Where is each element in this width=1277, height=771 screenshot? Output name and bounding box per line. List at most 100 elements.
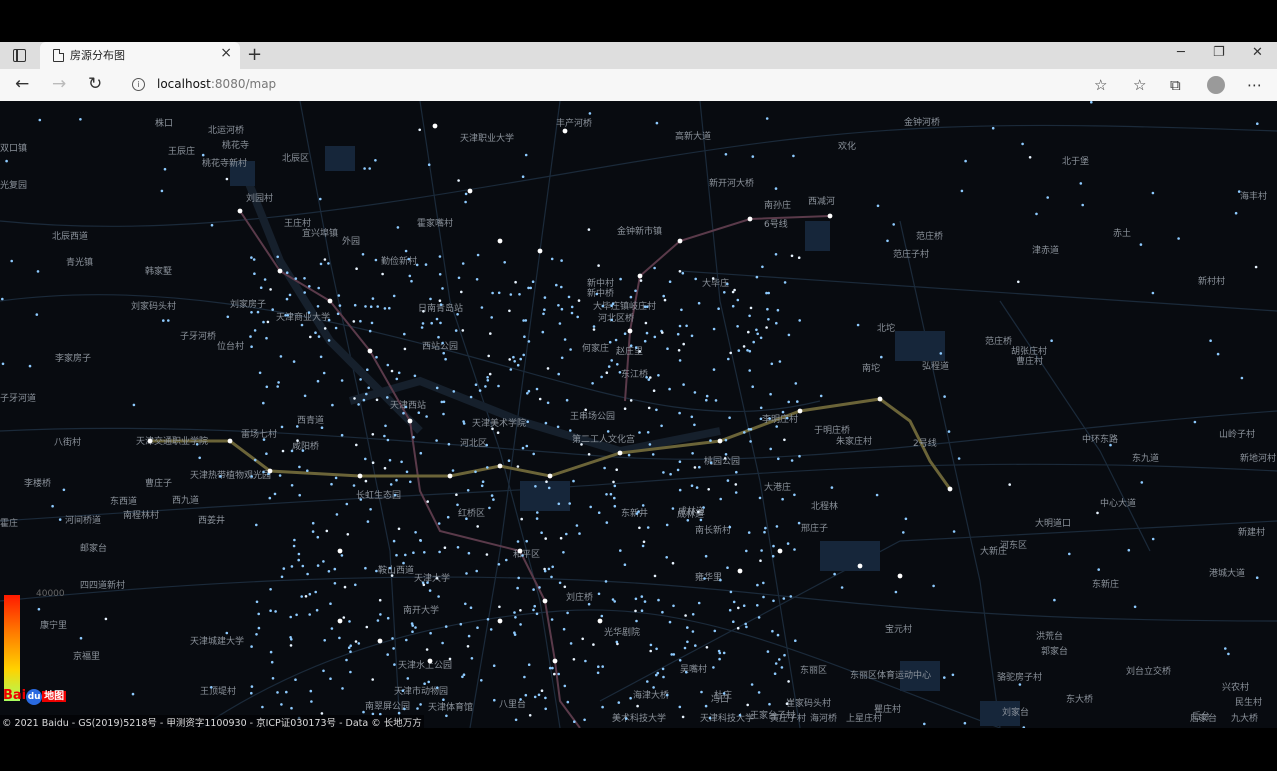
house-point	[724, 453, 728, 456]
house-point	[678, 411, 681, 415]
map-place-label: 西站公园	[422, 340, 458, 352]
house-point	[531, 280, 535, 283]
house-point	[704, 554, 708, 558]
house-point	[508, 309, 511, 313]
house-point	[364, 566, 367, 570]
house-point	[464, 192, 468, 196]
browser-tab[interactable]: 房源分布图 ×	[40, 42, 240, 69]
map-place-label: 南孙庄	[764, 199, 791, 211]
house-point	[301, 564, 305, 568]
house-point	[735, 470, 738, 474]
house-point	[653, 335, 657, 339]
house-point	[951, 673, 955, 677]
house-point	[1254, 265, 1258, 269]
house-point	[768, 702, 771, 706]
map-canvas[interactable]: 株口北运河桥王辰庄 桃花寺桃花寺新村 北辰区 丰产河桥天津职业大学 高新大道 金钟河桥欢化…	[0, 101, 1277, 728]
house-point	[516, 586, 519, 590]
house-point	[618, 371, 622, 374]
house-point	[289, 636, 292, 639]
house-point	[1216, 352, 1220, 356]
house-point	[798, 319, 801, 322]
map-place-label: 中心大道	[1100, 497, 1136, 509]
house-point	[379, 613, 382, 616]
site-info-icon[interactable]: i	[132, 78, 145, 91]
house-point	[412, 435, 415, 439]
house-point	[491, 427, 494, 431]
house-point	[404, 553, 407, 557]
map-place-label: 欢化	[838, 140, 856, 152]
house-point	[591, 382, 594, 385]
house-point	[296, 425, 299, 428]
house-point	[1151, 537, 1155, 541]
house-point	[519, 623, 522, 626]
house-point	[448, 657, 452, 661]
map-place-label: 新地河村	[1240, 452, 1276, 464]
house-point	[347, 646, 351, 649]
house-point	[569, 429, 572, 432]
profile-avatar[interactable]	[1207, 76, 1225, 94]
house-point	[210, 223, 214, 227]
url-field[interactable]: localhost:8080/map	[157, 77, 276, 91]
house-point	[104, 617, 108, 621]
back-button[interactable]: ←	[15, 74, 29, 94]
house-point	[250, 685, 254, 688]
tab-close-button[interactable]: ×	[220, 45, 232, 61]
maximize-button[interactable]: ❐	[1213, 45, 1225, 60]
house-point	[566, 700, 570, 704]
map-place-label: 成林道	[677, 508, 704, 520]
collections-icon[interactable]: ⧉	[1170, 76, 1181, 94]
map-place-label: 北辰西道	[52, 230, 88, 242]
house-point	[441, 641, 444, 645]
metro-station-dot	[617, 450, 623, 456]
house-point	[452, 390, 456, 393]
house-point	[376, 305, 380, 308]
house-point	[894, 590, 898, 594]
house-point	[391, 637, 394, 640]
house-point	[629, 344, 633, 347]
forward-button[interactable]: →	[52, 74, 66, 94]
tab-actions-icon[interactable]	[13, 49, 26, 62]
minimize-button[interactable]: ─	[1177, 45, 1185, 60]
house-point	[327, 318, 331, 322]
house-point	[352, 484, 356, 487]
favorites-icon[interactable]: ☆	[1133, 76, 1146, 94]
house-point	[610, 318, 614, 322]
house-point	[681, 271, 685, 275]
house-point	[637, 510, 640, 513]
add-favorite-icon[interactable]: ☆	[1094, 76, 1107, 94]
map-place-label: 八里台	[499, 698, 526, 710]
house-point	[1079, 182, 1083, 185]
house-point	[521, 446, 525, 450]
house-point	[798, 454, 801, 458]
map-place-label: 海河桥	[810, 712, 837, 724]
settings-more-icon[interactable]: ⋯	[1247, 76, 1262, 94]
house-point	[307, 311, 311, 314]
house-point	[737, 606, 740, 610]
house-point	[543, 308, 546, 311]
map-place-label: 于明庄桥	[814, 424, 850, 436]
house-point	[597, 665, 600, 668]
house-point	[932, 584, 935, 588]
house-point	[414, 531, 417, 534]
house-point	[774, 662, 778, 665]
map-place-label: 八街村	[54, 436, 81, 448]
house-point	[308, 592, 312, 596]
house-point	[943, 676, 946, 679]
map-place-label: 王串场公园	[570, 411, 615, 422]
house-point	[519, 609, 522, 612]
window-close-button[interactable]: ✕	[1252, 45, 1263, 60]
reload-button[interactable]: ↻	[88, 74, 102, 94]
metro-station-dot	[537, 248, 543, 254]
house-point	[646, 680, 649, 683]
house-point	[678, 270, 682, 273]
house-point	[772, 599, 775, 603]
house-distribution-map[interactable]: 株口 北运河桥 王辰庄 桃花寺 桃花寺新村 北辰区 丰产河桥 天津职业大学 高新大道 金钟河桥 欢化…	[0, 101, 1277, 728]
house-point	[694, 644, 697, 647]
map-place-label: 雷场七村	[241, 428, 277, 440]
house-point	[646, 526, 650, 529]
house-point	[423, 682, 426, 685]
house-point	[777, 457, 780, 461]
new-tab-button[interactable]: +	[247, 44, 262, 65]
house-point	[425, 415, 428, 418]
map-place-label: 洪荒台	[1036, 630, 1063, 642]
